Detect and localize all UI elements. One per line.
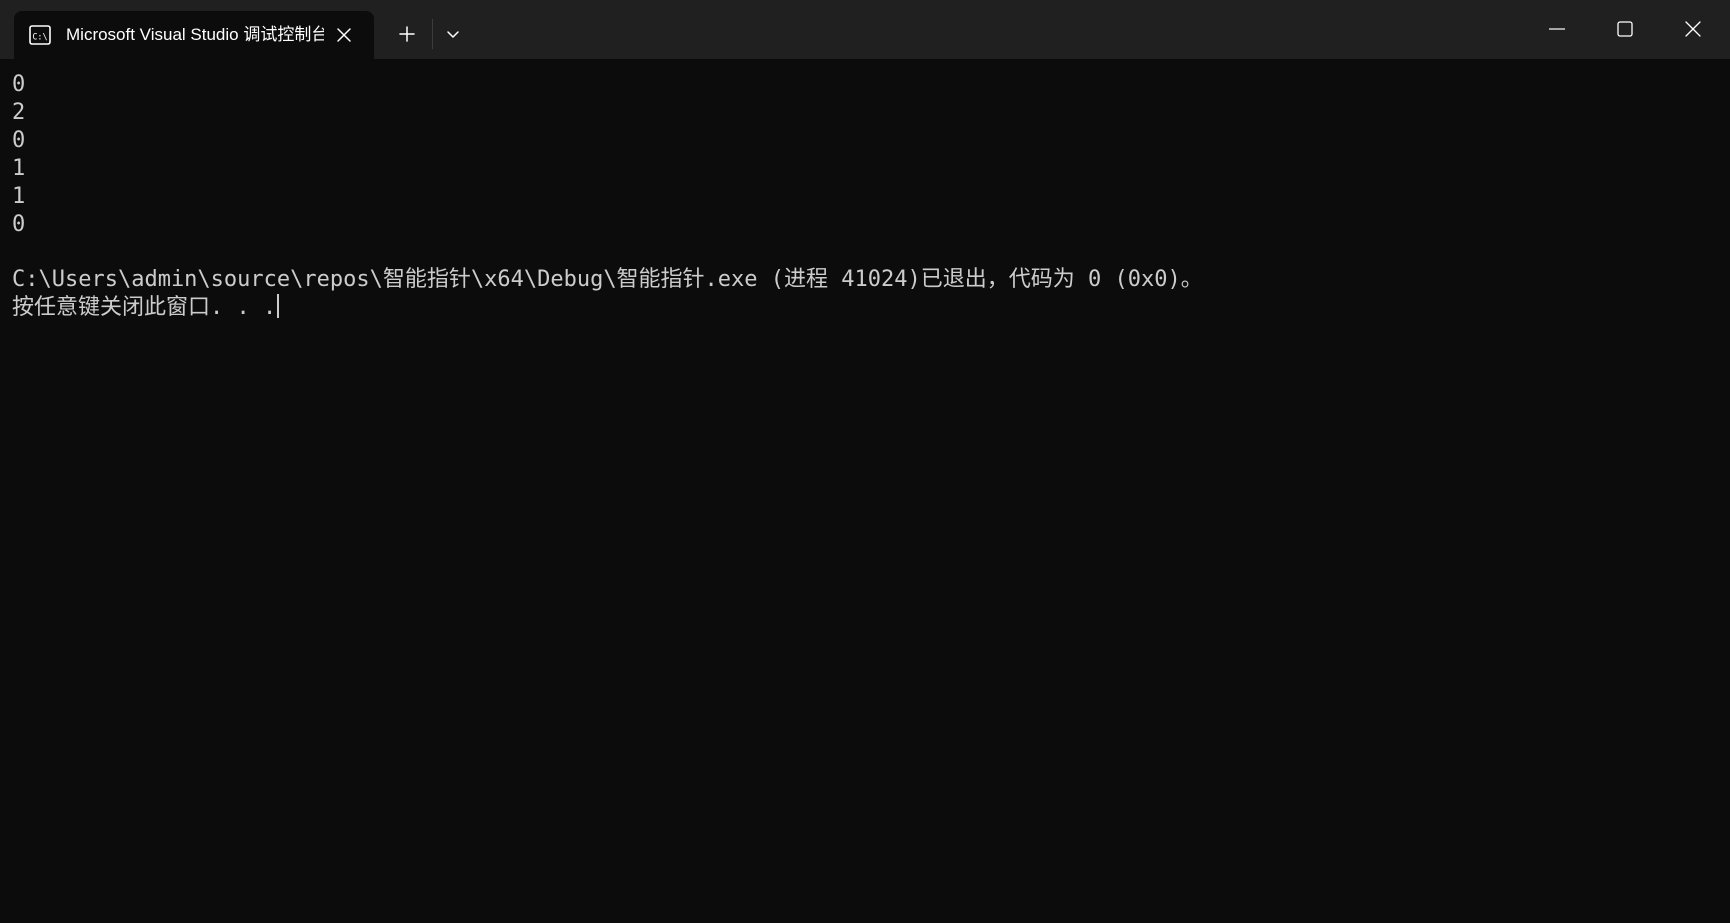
close-window-button[interactable] (1659, 0, 1727, 59)
prompt-line: 按任意键关闭此窗口. . . (12, 294, 280, 322)
output-line: 0 (12, 128, 26, 153)
svg-text:C:\: C:\ (32, 33, 47, 43)
console-icon: C:\ (29, 25, 51, 45)
minimize-button[interactable] (1523, 0, 1591, 59)
minimize-icon (1549, 28, 1565, 30)
terminal-window: C:\ Microsoft Visual Studio 调试控制台 0 2 0 … (0, 0, 1730, 923)
output-line: 0 (12, 212, 26, 237)
maximize-button[interactable] (1591, 0, 1659, 59)
output-line: 0 (12, 72, 26, 97)
output-line: 1 (12, 184, 26, 209)
exit-message: C:\Users\admin\source\repos\智能指针\x64\Deb… (12, 267, 1203, 292)
maximize-icon (1617, 21, 1633, 37)
tab-title: Microsoft Visual Studio 调试控制台 (66, 25, 324, 44)
close-icon[interactable] (332, 23, 356, 47)
close-icon (1685, 21, 1701, 37)
tab-separator (432, 19, 433, 49)
prompt-text: 按任意键关闭此窗口. . . (12, 295, 277, 320)
chevron-down-icon[interactable] (438, 19, 468, 49)
title-bar[interactable]: C:\ Microsoft Visual Studio 调试控制台 (0, 0, 1730, 59)
output-line: 2 (12, 100, 26, 125)
console-output-area[interactable]: 0 2 0 1 1 0 C:\Users\admin\source\repos\… (0, 59, 1730, 923)
plus-icon[interactable] (390, 17, 424, 51)
output-line: 1 (12, 156, 26, 181)
tab-debug-console[interactable]: C:\ Microsoft Visual Studio 调试控制台 (14, 11, 374, 59)
text-cursor (277, 294, 280, 318)
